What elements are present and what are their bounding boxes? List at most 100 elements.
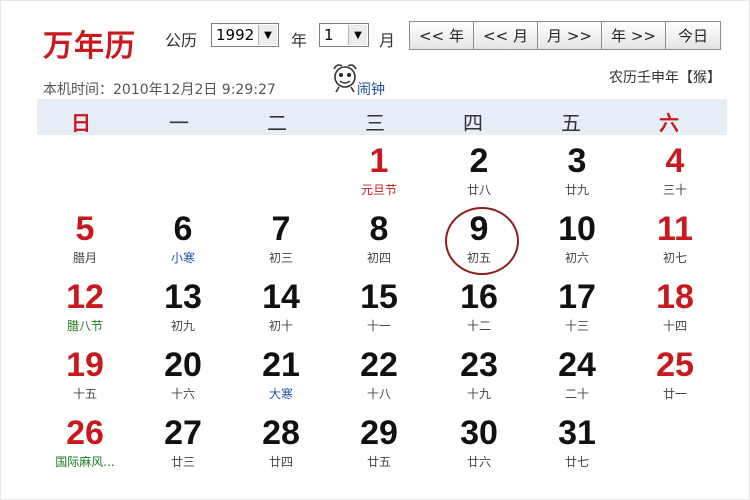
day-cell[interactable]: 21 大寒 [233, 347, 329, 402]
day-lunar: 廿八 [466, 183, 491, 197]
day-cell[interactable]: 27 廿三 [135, 415, 231, 470]
day-lunar: 廿九 [564, 183, 589, 197]
day-cell[interactable]: 25 廿一 [627, 347, 723, 402]
day-number: 26 [66, 414, 104, 452]
day-cell[interactable]: 13 初九 [135, 279, 231, 334]
day-number: 25 [656, 346, 694, 384]
day-cell[interactable]: 22 十八 [331, 347, 427, 402]
nav-button-group: << 年 << 月 月 >> 年 >> 今日 [409, 21, 721, 50]
year-label: 年 [291, 31, 308, 50]
day-lunar: 初四 [366, 251, 391, 265]
day-number: 21 [262, 346, 300, 384]
day-cell[interactable]: 20 十六 [135, 347, 231, 402]
day-cell[interactable]: 1 元旦节 [331, 143, 427, 198]
day-cell[interactable]: 16 十二 [431, 279, 527, 334]
today-highlight-ring [445, 207, 519, 275]
day-number: 7 [271, 210, 291, 248]
prev-month-button[interactable]: << 月 [474, 22, 538, 49]
day-cell[interactable]: 17 十三 [529, 279, 625, 334]
day-lunar: 廿三 [170, 455, 195, 469]
day-number: 13 [164, 278, 202, 316]
day-cell[interactable]: 19 十五 [37, 347, 133, 402]
day-number: 28 [262, 414, 300, 452]
day-number: 17 [558, 278, 596, 316]
day-lunar: 十九 [466, 387, 491, 401]
day-lunar: 廿七 [564, 455, 589, 469]
day-lunar: 国际麻风... [55, 455, 115, 469]
day-lunar: 大寒 [268, 387, 293, 401]
day-cell[interactable]: 15 十一 [331, 279, 427, 334]
weekday-fri: 五 [561, 111, 581, 135]
chevron-down-icon[interactable]: ▼ [348, 25, 367, 45]
day-cell[interactable]: 18 十四 [627, 279, 723, 334]
day-number: 11 [657, 210, 693, 248]
day-cell[interactable]: 31 廿七 [529, 415, 625, 470]
today-button[interactable]: 今日 [666, 22, 720, 49]
day-lunar: 元旦节 [360, 183, 397, 197]
day-cell[interactable]: 6 小寒 [135, 211, 231, 266]
next-month-button[interactable]: 月 >> [538, 22, 602, 49]
day-number: 12 [66, 278, 104, 316]
day-cell[interactable]: 24 二十 [529, 347, 625, 402]
alarm-link[interactable]: 闹钟 [357, 79, 385, 99]
year-select[interactable]: 1992 ▼ [211, 23, 279, 47]
day-cell[interactable]: 10 初六 [529, 211, 625, 266]
lunar-year: 农历壬申年【猴】 [609, 70, 721, 86]
day-number: 23 [460, 346, 498, 384]
day-lunar: 十一 [366, 319, 391, 333]
day-cell[interactable]: 26 国际麻风... [37, 415, 133, 470]
day-lunar: 十五 [72, 387, 97, 401]
weekday-thu: 四 [463, 111, 483, 135]
day-lunar: 十六 [170, 387, 195, 401]
day-number: 16 [460, 278, 498, 316]
day-lunar: 腊八节 [66, 319, 103, 333]
prev-year-button[interactable]: << 年 [410, 22, 474, 49]
day-number: 30 [460, 414, 498, 452]
day-cell[interactable]: 3 廿九 [529, 143, 625, 198]
day-number: 5 [75, 210, 95, 248]
day-number: 19 [66, 346, 104, 384]
weekday-tue: 二 [267, 111, 287, 135]
day-cell[interactable]: 14 初十 [233, 279, 329, 334]
month-select[interactable]: 1 ▼ [319, 23, 369, 47]
day-lunar: 小寒 [170, 251, 195, 265]
day-number: 20 [164, 346, 202, 384]
day-lunar: 腊月 [72, 251, 97, 265]
weekday-wed: 三 [365, 111, 385, 135]
day-cell[interactable]: 30 廿六 [431, 415, 527, 470]
day-number: 14 [262, 278, 300, 316]
day-cell[interactable]: 5 腊月 [37, 211, 133, 266]
day-number: 8 [369, 210, 389, 248]
day-cell[interactable]: 12 腊八节 [37, 279, 133, 334]
day-number: 4 [665, 142, 685, 180]
day-cell[interactable]: 11 初七 [627, 211, 723, 266]
day-lunar: 十三 [564, 319, 589, 333]
day-lunar: 三十 [662, 183, 687, 197]
day-number: 10 [558, 210, 596, 248]
day-cell[interactable]: 2 廿八 [431, 143, 527, 198]
day-lunar: 二十 [564, 387, 589, 401]
day-cell[interactable]: 8 初四 [331, 211, 427, 266]
day-lunar: 初九 [170, 319, 195, 333]
day-number: 27 [164, 414, 202, 452]
day-cell[interactable]: 28 廿四 [233, 415, 329, 470]
day-lunar: 初三 [268, 251, 293, 265]
app-title: 万年历 [43, 29, 136, 64]
day-cell[interactable]: 29 廿五 [331, 415, 427, 470]
day-cell[interactable]: 4 三十 [627, 143, 723, 198]
day-lunar: 初七 [662, 251, 687, 265]
day-lunar: 廿一 [662, 387, 687, 401]
day-cell[interactable]: 23 十九 [431, 347, 527, 402]
day-lunar: 十二 [466, 319, 491, 333]
day-number: 31 [558, 414, 596, 452]
month-label: 月 [379, 31, 396, 50]
day-lunar: 廿四 [268, 455, 293, 469]
day-lunar: 廿六 [466, 455, 491, 469]
day-cell[interactable]: 7 初三 [233, 211, 329, 266]
calendar-window: 万年历 公历 1992 ▼ 年 1 ▼ 月 << 年 << 月 月 >> 年 >… [0, 0, 750, 500]
chevron-down-icon[interactable]: ▼ [258, 25, 277, 45]
year-select-value: 1992 [216, 26, 255, 44]
day-number: 22 [360, 346, 398, 384]
next-year-button[interactable]: 年 >> [602, 22, 666, 49]
day-lunar: 廿五 [366, 455, 391, 469]
